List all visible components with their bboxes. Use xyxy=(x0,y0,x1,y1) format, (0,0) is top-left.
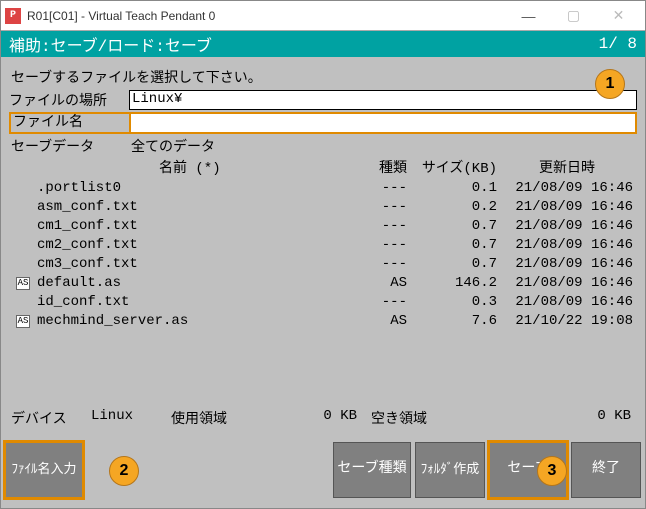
filename-row: ファイル名 xyxy=(9,112,637,134)
location-field[interactable]: Linux¥ xyxy=(129,90,637,110)
close-button: ✕ xyxy=(596,2,641,30)
file-kind: --- xyxy=(337,179,407,198)
file-date: 21/08/09 16:46 xyxy=(497,293,637,312)
content-area: セーブするファイルを選択して下さい。 ファイルの場所 Linux¥ ファイル名 … xyxy=(1,57,645,434)
file-type-icon xyxy=(9,255,37,274)
filename-input[interactable] xyxy=(131,114,635,132)
file-size: 0.1 xyxy=(407,179,497,198)
file-name: mechmind_server.as xyxy=(37,312,337,331)
header-kind: 種類 xyxy=(337,157,407,177)
location-label: ファイルの場所 xyxy=(9,90,129,110)
file-kind: --- xyxy=(337,198,407,217)
file-list: .portlist0---0.121/08/09 16:46asm_conf.t… xyxy=(9,179,637,398)
table-row[interactable]: cm1_conf.txt---0.721/08/09 16:46 xyxy=(9,217,637,236)
window-controls: — ▢ ✕ xyxy=(506,2,641,30)
device-row: デバイス Linux 使用領域 0 KB 空き領域 0 KB xyxy=(9,398,637,434)
filename-field-wrap xyxy=(129,112,637,134)
mkdir-button[interactable]: ﾌｫﾙﾀﾞ作成 xyxy=(415,442,485,498)
used-value: 0 KB xyxy=(271,408,371,428)
file-size: 0.2 xyxy=(407,198,497,217)
mode-text: 補助:セーブ/ロード:セーブ xyxy=(9,32,599,56)
file-type-icon xyxy=(9,198,37,217)
file-size: 0.7 xyxy=(407,236,497,255)
callout-1: 1 xyxy=(595,69,625,99)
filename-label: ファイル名 xyxy=(9,112,129,134)
file-kind: --- xyxy=(337,293,407,312)
file-date: 21/10/22 19:08 xyxy=(497,312,637,331)
savedata-row: セーブデータ 全てのデータ xyxy=(9,135,637,157)
minimize-button[interactable]: — xyxy=(506,2,551,30)
file-name: default.as xyxy=(37,274,337,293)
filename-input-button[interactable]: ﾌｧｲﾙ名入力 xyxy=(5,442,83,498)
file-size: 7.6 xyxy=(407,312,497,331)
app-icon: P xyxy=(5,8,21,24)
header-date: 更新日時 xyxy=(497,157,637,177)
file-type-icon: AS xyxy=(9,312,37,331)
savedata-value: 全てのデータ xyxy=(131,136,215,156)
file-kind: --- xyxy=(337,217,407,236)
page-indicator: 1/ 8 xyxy=(599,35,637,53)
free-label: 空き領域 xyxy=(371,408,461,428)
prompt-text: セーブするファイルを選択して下さい。 xyxy=(9,63,637,89)
file-date: 21/08/09 16:46 xyxy=(497,274,637,293)
file-name: asm_conf.txt xyxy=(37,198,337,217)
file-size: 0.3 xyxy=(407,293,497,312)
exit-button[interactable]: 終了 xyxy=(571,442,641,498)
device-value: Linux xyxy=(91,408,171,428)
file-date: 21/08/09 16:46 xyxy=(497,217,637,236)
header-size: サイズ(KB) xyxy=(407,157,497,177)
file-name: cm2_conf.txt xyxy=(37,236,337,255)
file-type-icon xyxy=(9,293,37,312)
titlebar: P R01[C01] - Virtual Teach Pendant 0 — ▢… xyxy=(1,1,645,31)
file-name: .portlist0 xyxy=(37,179,337,198)
table-row[interactable]: .portlist0---0.121/08/09 16:46 xyxy=(9,179,637,198)
table-row[interactable]: cm2_conf.txt---0.721/08/09 16:46 xyxy=(9,236,637,255)
table-row[interactable]: id_conf.txt---0.321/08/09 16:46 xyxy=(9,293,637,312)
file-date: 21/08/09 16:46 xyxy=(497,236,637,255)
app-window: P R01[C01] - Virtual Teach Pendant 0 — ▢… xyxy=(0,0,646,509)
file-name: id_conf.txt xyxy=(37,293,337,312)
table-row[interactable]: ASdefault.asAS146.221/08/09 16:46 xyxy=(9,274,637,293)
location-row: ファイルの場所 Linux¥ xyxy=(9,90,637,110)
save-type-button[interactable]: セーブ種類 xyxy=(333,442,411,498)
free-value: 0 KB xyxy=(461,408,635,428)
window-title: R01[C01] - Virtual Teach Pendant 0 xyxy=(27,9,506,23)
file-name: cm1_conf.txt xyxy=(37,217,337,236)
file-type-icon: AS xyxy=(9,274,37,293)
table-row[interactable]: ASmechmind_server.asAS7.621/10/22 19:08 xyxy=(9,312,637,331)
file-size: 0.7 xyxy=(407,255,497,274)
file-size: 0.7 xyxy=(407,217,497,236)
table-row[interactable]: cm3_conf.txt---0.721/08/09 16:46 xyxy=(9,255,637,274)
file-name: cm3_conf.txt xyxy=(37,255,337,274)
used-label: 使用領域 xyxy=(171,408,271,428)
device-label: デバイス xyxy=(11,408,91,428)
file-date: 21/08/09 16:46 xyxy=(497,198,637,217)
file-size: 146.2 xyxy=(407,274,497,293)
file-kind: --- xyxy=(337,255,407,274)
file-kind: AS xyxy=(337,274,407,293)
table-row[interactable]: asm_conf.txt---0.221/08/09 16:46 xyxy=(9,198,637,217)
file-date: 21/08/09 16:46 xyxy=(497,255,637,274)
savedata-label: セーブデータ xyxy=(11,136,131,156)
header-name: 名前 (*) xyxy=(9,157,337,177)
mode-header: 補助:セーブ/ロード:セーブ 1/ 8 xyxy=(1,31,645,57)
maximize-button: ▢ xyxy=(551,2,596,30)
file-type-icon xyxy=(9,236,37,255)
list-header: 名前 (*) 種類 サイズ(KB) 更新日時 xyxy=(9,157,637,179)
file-kind: AS xyxy=(337,312,407,331)
file-date: 21/08/09 16:46 xyxy=(497,179,637,198)
callout-2: 2 xyxy=(109,456,139,486)
file-type-icon xyxy=(9,179,37,198)
file-kind: --- xyxy=(337,236,407,255)
file-type-icon xyxy=(9,217,37,236)
callout-3: 3 xyxy=(537,456,567,486)
